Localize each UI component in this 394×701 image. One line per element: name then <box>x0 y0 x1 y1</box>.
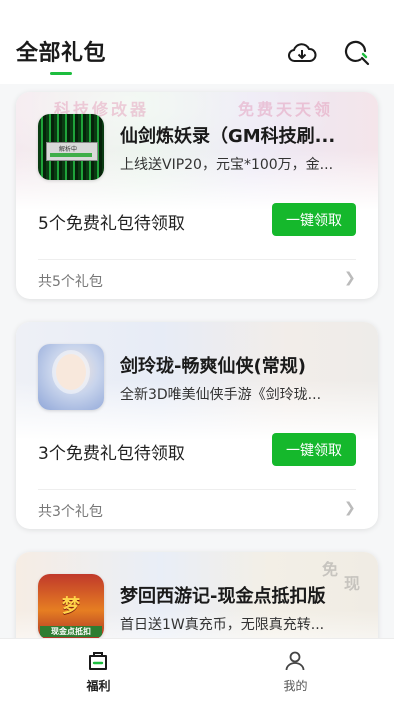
game-name[interactable]: 剑玲珑-畅爽仙侠(常规) <box>120 352 360 378</box>
game-thumbnail[interactable] <box>38 344 104 410</box>
tab-welfare[interactable]: 福利 <box>0 639 197 701</box>
game-name[interactable]: 梦回西游记-现金点抵扣版 <box>120 582 360 608</box>
game-name[interactable]: 仙剑炼妖录（GM科技刷... <box>120 122 360 148</box>
user-icon <box>285 651 305 671</box>
game-description: 上线送VIP20，元宝*100万，金... <box>120 157 334 173</box>
banner-text: 免 <box>322 560 342 579</box>
chevron-right-icon[interactable]: ❯ <box>344 270 356 286</box>
banner-text: 免费天天领 <box>238 100 334 119</box>
cloud-download-icon[interactable] <box>286 38 318 68</box>
tab-mine[interactable]: 我的 <box>197 639 394 701</box>
title-underline <box>50 72 72 75</box>
game-thumbnail[interactable]: 梦 现金点抵扣 <box>38 574 104 640</box>
claim-all-button[interactable]: 一键领取 <box>272 433 356 466</box>
page-title: 全部礼包 <box>16 41 107 66</box>
tab-label: 我的 <box>283 679 308 693</box>
divider <box>38 259 356 260</box>
game-description: 首日送1W真充币，无限真充转... <box>120 617 325 633</box>
gift-card[interactable]: 剑玲珑-畅爽仙侠(常规) 全新3D唯美仙侠手游《剑玲珑... 3个免费礼包待领取… <box>16 322 378 529</box>
claim-all-button[interactable]: 一键领取 <box>272 203 356 236</box>
search-icon[interactable] <box>341 38 373 68</box>
game-thumbnail[interactable]: 解析中 <box>38 114 104 180</box>
gift-bag-icon <box>89 652 107 670</box>
thumbnail-dialog: 解析中 <box>46 142 98 161</box>
gift-card[interactable]: 科技修改器 免费天天领 解析中 仙剑炼妖录（GM科技刷... 上线送VIP20，… <box>16 92 378 299</box>
pending-gifts-text: 3个免费礼包待领取 <box>38 444 185 464</box>
divider <box>38 489 356 490</box>
game-description: 全新3D唯美仙侠手游《剑玲珑... <box>120 387 322 403</box>
gift-count[interactable]: 共3个礼包 <box>38 501 103 521</box>
page-header: 全部礼包 <box>0 0 394 84</box>
bottom-tab-bar: 福利 我的 <box>0 638 394 701</box>
pending-gifts-text: 5个免费礼包待领取 <box>38 214 185 234</box>
chevron-right-icon[interactable]: ❯ <box>344 500 356 516</box>
gift-count[interactable]: 共5个礼包 <box>38 271 103 291</box>
tab-label: 福利 <box>86 679 111 693</box>
